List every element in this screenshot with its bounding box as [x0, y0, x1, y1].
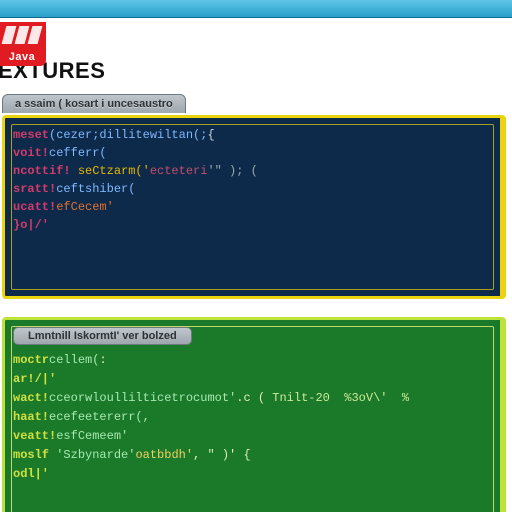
code-line: sratt!ceftshiber( — [13, 180, 490, 198]
code-line: haat!ecefeetererr(, — [13, 408, 490, 427]
code-line: moslf 'Szbynarde'oatbbdh', " )' { — [13, 446, 490, 465]
code-line: veatt!esfCemeem' — [13, 427, 490, 446]
code-line: }o|/' — [13, 216, 490, 234]
logo-text: Java — [9, 51, 35, 63]
code-line: ar!/|' — [13, 370, 490, 389]
code-line: ucatt!efCecem' — [13, 198, 490, 216]
code-panel-light[interactable]: Lmntnill IskormtI' ver bolzed moctrcelle… — [2, 317, 506, 512]
page-header: Java EXTURES — [0, 18, 512, 94]
code-line: wact!cceorwloullilticetrocumot'.c ( Tnil… — [13, 389, 490, 408]
code-line: ncottif! seCtzarm('ecteteri'" ); ( — [13, 162, 490, 180]
panel-gap — [0, 299, 512, 317]
code-line: moctrcellem(: — [13, 351, 490, 370]
code-panel-dark[interactable]: meset(cezer;dillitewiltan(;{ voit!ceffer… — [2, 115, 506, 299]
code-line: odl|' — [13, 465, 490, 484]
inner-tab[interactable]: Lmntnill IskormtI' ver bolzed — [13, 327, 192, 345]
logo-stripes-icon — [2, 26, 43, 44]
java-logo: Java — [0, 22, 46, 66]
tabstrip: a ssaim ( kosart i uncesaustro — [0, 94, 512, 115]
tab-main[interactable]: a ssaim ( kosart i uncesaustro — [2, 94, 186, 113]
code-line: meset(cezer;dillitewiltan(;{ — [13, 126, 490, 144]
window-titlebar — [0, 0, 512, 18]
code-line: voit!cefferr( — [13, 144, 490, 162]
